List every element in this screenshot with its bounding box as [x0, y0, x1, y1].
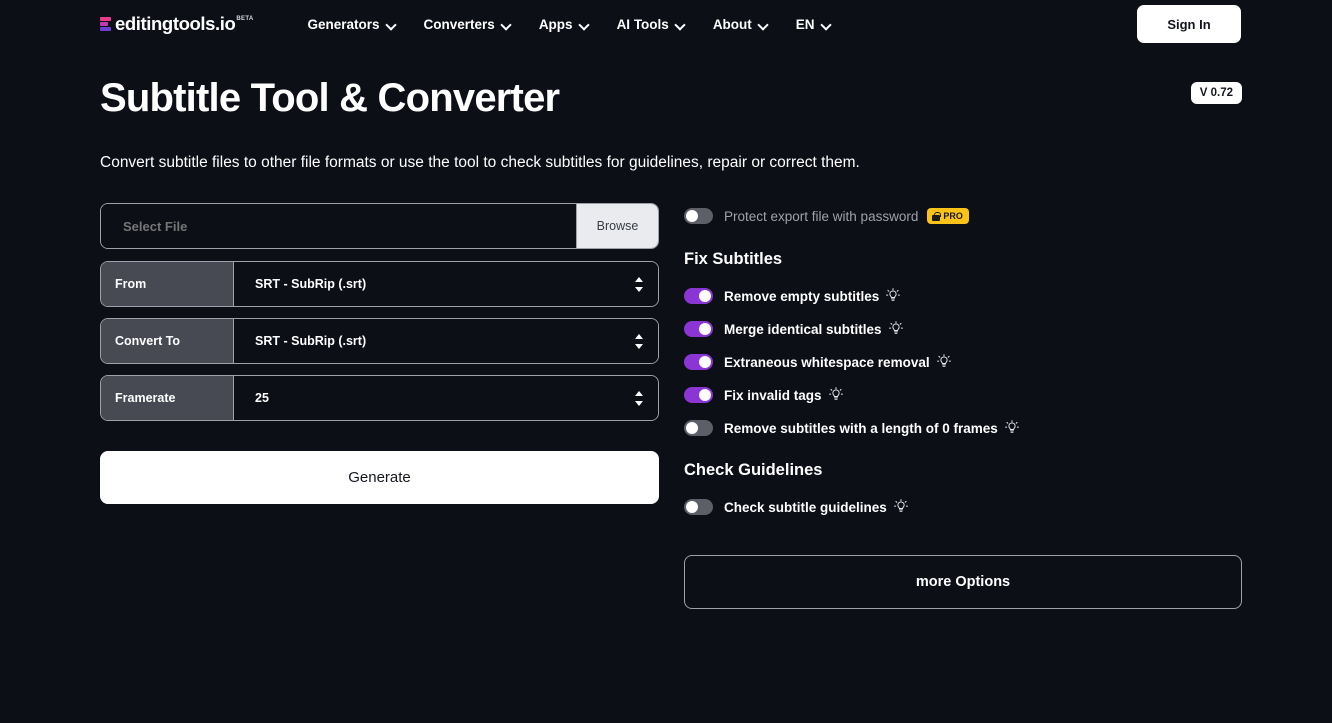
nav-item-about[interactable]: About — [699, 11, 782, 38]
nav-label: AI Tools — [616, 16, 669, 32]
main-navigation: Generators Converters Apps AI Tools Abou… — [294, 11, 845, 38]
framerate-row: Framerate 25 — [100, 375, 659, 421]
stepper-arrows-icon — [634, 333, 644, 349]
logo-beta-badge: BETA — [236, 16, 254, 22]
nav-item-ai-tools[interactable]: AI Tools — [603, 11, 699, 38]
extraneous-whitespace-removal-toggle[interactable] — [684, 354, 713, 370]
convert-to-value: SRT - SubRip (.srt) — [255, 334, 367, 348]
option-label: Remove empty subtitles — [724, 288, 880, 304]
nav-label: Converters — [423, 16, 495, 32]
convert-to-row: Convert To SRT - SubRip (.srt) — [100, 318, 659, 364]
site-logo[interactable]: editingtools.io BETA — [100, 13, 254, 35]
logo-mark-icon — [100, 17, 111, 32]
remove-empty-subtitles-toggle[interactable] — [684, 288, 713, 304]
option-label: Fix invalid tags — [724, 387, 822, 403]
nav-label: EN — [795, 16, 815, 32]
nav-item-converters[interactable]: Converters — [410, 11, 525, 38]
option-label: Remove subtitles with a length of 0 fram… — [724, 420, 998, 436]
pro-badge-label: PRO — [943, 211, 963, 221]
option-fix-invalid-tags: Fix invalid tags — [684, 382, 1242, 408]
protect-export-toggle[interactable] — [684, 208, 713, 224]
hint-lightbulb-icon[interactable] — [936, 354, 951, 370]
page-header: Subtitle Tool & Converter V 0.72 — [100, 72, 1242, 124]
chevron-down-icon — [502, 20, 511, 29]
version-badge: V 0.72 — [1190, 82, 1242, 104]
option-remove-empty-subtitles: Remove empty subtitles — [684, 283, 1242, 309]
check-subtitle-guidelines-toggle[interactable] — [684, 499, 713, 515]
convert-to-select[interactable]: SRT - SubRip (.srt) — [234, 319, 658, 363]
select-file-input[interactable] — [101, 204, 576, 248]
hint-lightbulb-icon[interactable] — [1004, 420, 1019, 436]
hint-lightbulb-icon[interactable] — [828, 387, 843, 403]
fix-invalid-tags-toggle[interactable] — [684, 387, 713, 403]
more-options-button[interactable]: more Options — [684, 555, 1242, 609]
merge-identical-subtitles-toggle[interactable] — [684, 321, 713, 337]
framerate-value: 25 — [255, 391, 269, 405]
nav-item-apps[interactable]: Apps — [525, 11, 603, 38]
from-format-select[interactable]: SRT - SubRip (.srt) — [234, 262, 658, 306]
converter-form: Browse From SRT - SubRip (.srt) Convert … — [100, 203, 659, 609]
pro-badge[interactable]: PRO — [927, 208, 969, 224]
browse-button[interactable]: Browse — [576, 204, 658, 248]
protect-export-label: Protect export file with password — [724, 208, 919, 224]
hint-lightbulb-icon[interactable] — [886, 288, 901, 304]
option-label: Extraneous whitespace removal — [724, 354, 930, 370]
from-format-label: From — [101, 262, 234, 306]
chevron-down-icon — [759, 20, 768, 29]
option-merge-identical-subtitles: Merge identical subtitles — [684, 316, 1242, 342]
fix-subtitles-title: Fix Subtitles — [684, 250, 783, 268]
convert-to-label: Convert To — [101, 319, 234, 363]
hint-lightbulb-icon[interactable] — [893, 499, 908, 515]
option-label: Check subtitle guidelines — [724, 499, 887, 515]
from-format-value: SRT - SubRip (.srt) — [255, 277, 367, 291]
chevron-down-icon — [387, 20, 396, 29]
site-header: editingtools.io BETA Generators Converte… — [0, 0, 1332, 48]
lock-icon — [932, 211, 941, 221]
remove-zero-frame-subtitles-toggle[interactable] — [684, 420, 713, 436]
options-panel: Protect export file with password PRO Fi… — [684, 203, 1242, 609]
option-label: Merge identical subtitles — [724, 321, 882, 337]
sign-in-button[interactable]: Sign In — [1137, 5, 1241, 43]
page-title: Subtitle Tool & Converter — [100, 76, 560, 120]
chevron-down-icon — [676, 20, 685, 29]
protect-export-row: Protect export file with password PRO — [684, 203, 1242, 229]
framerate-select[interactable]: 25 — [234, 376, 658, 420]
nav-label: Apps — [538, 16, 573, 32]
stepper-arrows-icon — [634, 276, 644, 292]
nav-item-generators[interactable]: Generators — [294, 11, 410, 38]
option-check-subtitle-guidelines: Check subtitle guidelines — [684, 494, 1242, 520]
option-extraneous-whitespace-removal: Extraneous whitespace removal — [684, 349, 1242, 375]
nav-item-language[interactable]: EN — [782, 11, 845, 38]
logo-text: editingtools.io — [115, 13, 236, 34]
from-format-row: From SRT - SubRip (.srt) — [100, 261, 659, 307]
file-select-row: Browse — [100, 203, 659, 249]
framerate-label: Framerate — [101, 376, 234, 420]
page-description: Convert subtitle files to other file for… — [100, 154, 860, 171]
generate-button[interactable]: Generate — [100, 451, 659, 504]
option-remove-zero-frame-subtitles: Remove subtitles with a length of 0 fram… — [684, 415, 1242, 441]
nav-label: Generators — [307, 16, 380, 32]
chevron-down-icon — [580, 20, 589, 29]
nav-label: About — [712, 16, 752, 32]
check-guidelines-title: Check Guidelines — [684, 461, 823, 479]
stepper-arrows-icon — [634, 390, 644, 406]
main-content: Browse From SRT - SubRip (.srt) Convert … — [0, 203, 1332, 609]
hint-lightbulb-icon[interactable] — [888, 321, 903, 337]
chevron-down-icon — [822, 20, 831, 29]
